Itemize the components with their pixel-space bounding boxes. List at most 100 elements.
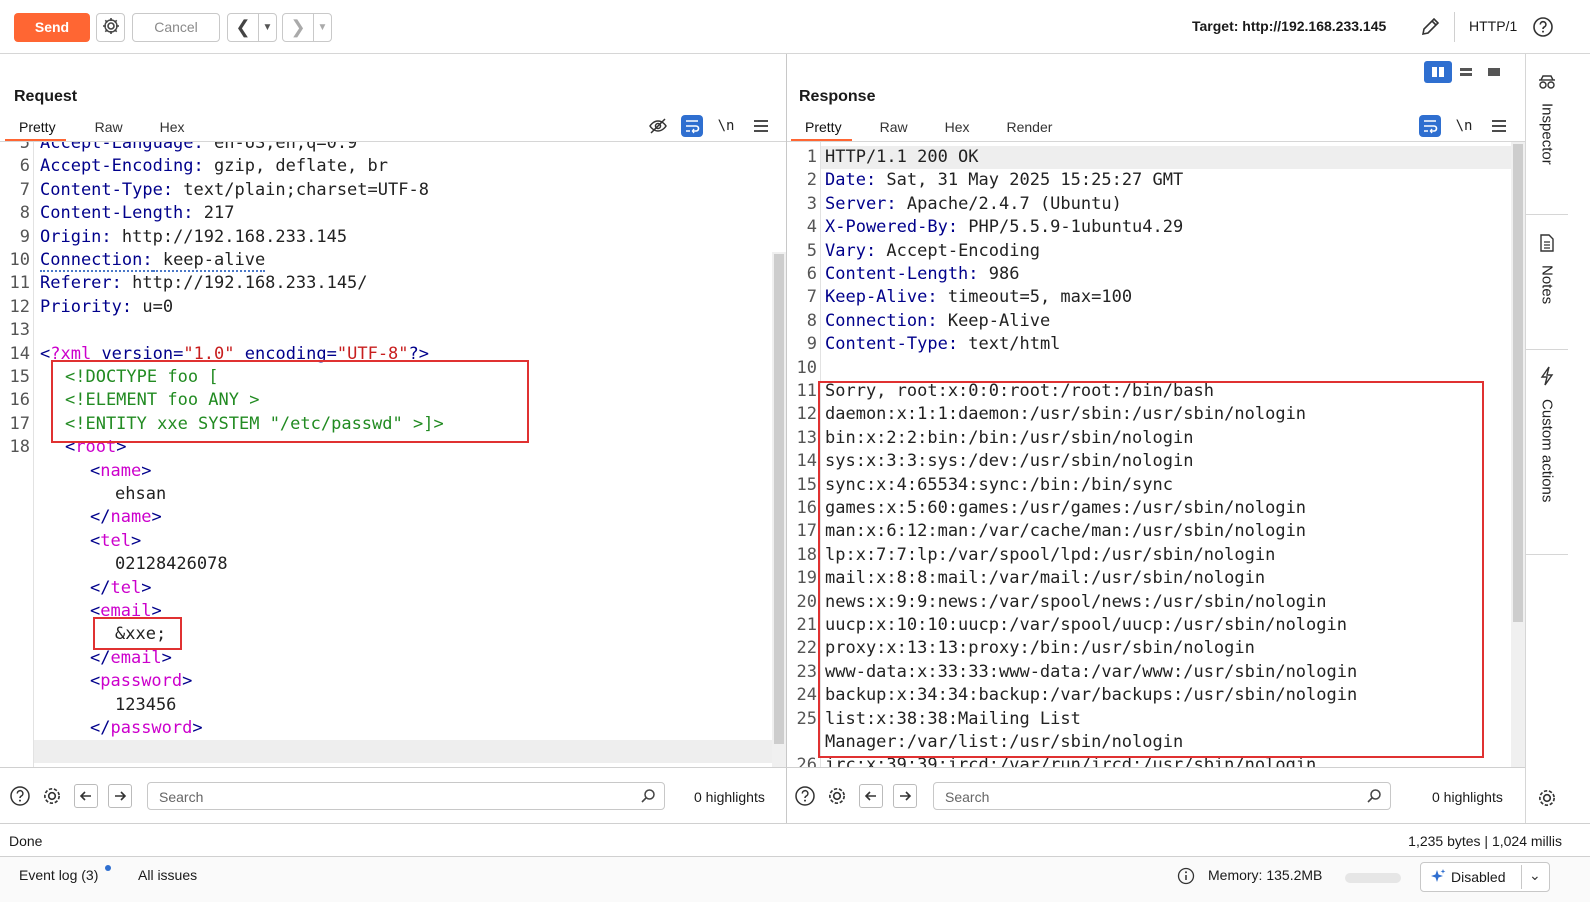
line-number: 11 bbox=[9, 273, 30, 294]
line-number: 5 bbox=[19, 142, 30, 153]
ai-toggle[interactable]: Disabled ⌄ bbox=[1420, 862, 1550, 892]
single-pane-icon[interactable] bbox=[1480, 61, 1508, 83]
code-line: </email> bbox=[0, 647, 786, 670]
gear-icon[interactable] bbox=[825, 784, 849, 808]
code-line: 02128426078 bbox=[0, 553, 786, 576]
help-icon[interactable] bbox=[793, 784, 817, 808]
xml-text: ehsan bbox=[115, 484, 167, 504]
back-button[interactable]: ❮ ▼ bbox=[227, 13, 277, 42]
word-wrap-icon[interactable] bbox=[681, 115, 703, 137]
code-line: <tel> bbox=[0, 530, 786, 553]
search-input[interactable]: Search bbox=[933, 782, 1391, 810]
all-issues-link[interactable]: All issues bbox=[138, 867, 197, 883]
header-value: en-US,en;q=0.9 bbox=[203, 142, 358, 153]
search-placeholder: Search bbox=[159, 789, 204, 805]
header-value: u=0 bbox=[132, 296, 174, 317]
code-line: 5 Vary: Accept-Encoding bbox=[787, 240, 1525, 263]
tab-raw[interactable]: Raw bbox=[95, 120, 123, 142]
line-number: 10 bbox=[9, 250, 30, 270]
tab-hex[interactable]: Hex bbox=[160, 120, 185, 142]
code-line: 8 Connection: Keep-Alive bbox=[787, 310, 1525, 333]
next-match-icon[interactable] bbox=[108, 784, 132, 808]
tab-raw[interactable]: Raw bbox=[880, 120, 908, 142]
dropdown-icon[interactable]: ▼ bbox=[258, 14, 276, 41]
header-value: Sat, 31 May 2025 15:25:27 GMT bbox=[876, 170, 1184, 191]
line-number: 4 bbox=[806, 217, 817, 238]
code-line: 9 Content-Type: text/html bbox=[787, 333, 1525, 356]
tab-render[interactable]: Render bbox=[1007, 120, 1053, 142]
layout-toggle bbox=[1424, 61, 1508, 83]
menu-icon[interactable] bbox=[1487, 114, 1511, 138]
tab-hex[interactable]: Hex bbox=[945, 120, 970, 142]
line-number: 11 bbox=[796, 381, 817, 401]
code-line: 6 Accept-Encoding: gzip, deflate, br bbox=[0, 155, 786, 178]
gear-icon[interactable] bbox=[40, 784, 64, 808]
doctype-highlight bbox=[51, 360, 529, 443]
request-editor[interactable]: 5 Accept-Language: en-US,en;q=0.9 6 Accept-… bbox=[0, 142, 786, 767]
header-value: text/plain;charset=UTF-8 bbox=[173, 179, 429, 200]
settings-button[interactable] bbox=[96, 13, 125, 42]
tab-pretty[interactable]: Pretty bbox=[791, 120, 852, 142]
xml-bracket: > bbox=[182, 671, 193, 692]
code-line: 6 Content-Length: 986 bbox=[787, 263, 1525, 286]
xml-tag-name: tel bbox=[100, 530, 131, 551]
header-value: http://192.168.233.145/ bbox=[121, 273, 368, 294]
sidebar-item-custom-actions[interactable]: Custom actions bbox=[1526, 366, 1568, 502]
word-wrap-icon[interactable] bbox=[1419, 115, 1441, 137]
inspector-icon bbox=[1538, 74, 1556, 93]
chevron-down-icon[interactable]: ⌄ bbox=[1529, 867, 1541, 884]
line-number: 6 bbox=[806, 264, 817, 284]
edit-target-icon[interactable] bbox=[1418, 15, 1442, 39]
tab-pretty[interactable]: Pretty bbox=[5, 120, 66, 142]
xml-bracket: </ bbox=[90, 577, 111, 598]
line-number: 14 bbox=[796, 451, 817, 472]
http-version-toggle[interactable]: HTTP/1 bbox=[1469, 18, 1517, 34]
previous-match-icon[interactable] bbox=[74, 784, 98, 808]
code-line: 5 Accept-Language: en-US,en;q=0.9 bbox=[0, 142, 786, 155]
header-name: Accept-Language: bbox=[40, 142, 204, 153]
header-name: Content-Length: bbox=[40, 203, 194, 224]
header-name: Content-Type: bbox=[40, 179, 174, 200]
search-icon bbox=[1366, 788, 1382, 807]
header-name: Content-Length: bbox=[825, 264, 979, 284]
xml-bracket: > bbox=[141, 577, 152, 598]
sidebar-item-notes[interactable]: Notes bbox=[1526, 234, 1568, 304]
search-placeholder: Search bbox=[945, 789, 990, 805]
notes-icon bbox=[1539, 234, 1555, 255]
header-value: keep-alive bbox=[152, 250, 266, 272]
chevron-left-icon: ❮ bbox=[235, 17, 251, 37]
send-button[interactable]: Send bbox=[14, 13, 90, 42]
cancel-button[interactable]: Cancel bbox=[132, 13, 220, 42]
event-log-link[interactable]: Event log (3) bbox=[19, 867, 98, 883]
line-number: 19 bbox=[796, 568, 817, 589]
next-match-icon[interactable] bbox=[893, 784, 917, 808]
line-number: 20 bbox=[796, 591, 817, 612]
sidebar-item-inspector[interactable]: Inspector bbox=[1526, 74, 1568, 165]
previous-match-icon[interactable] bbox=[859, 784, 883, 808]
header-value: HTTP/1.1 200 OK bbox=[825, 147, 979, 167]
code-line: 7 Keep-Alive: timeout=5, max=100 bbox=[787, 286, 1525, 309]
response-search-bar: Search 0 highlights bbox=[787, 767, 1525, 823]
split-vertical-icon[interactable] bbox=[1424, 61, 1452, 83]
line-number: 3 bbox=[806, 193, 817, 214]
help-icon[interactable] bbox=[8, 784, 32, 808]
code-line: 10 Connection: keep-alive bbox=[0, 249, 786, 272]
dropdown-icon[interactable]: ▼ bbox=[313, 14, 331, 41]
hide-nonprint-icon[interactable] bbox=[646, 114, 670, 138]
newline-toggle-icon[interactable]: \n bbox=[1452, 114, 1476, 138]
search-input[interactable]: Search bbox=[147, 782, 665, 810]
xml-tag-name: email bbox=[110, 647, 162, 668]
request-title: Request bbox=[14, 88, 78, 105]
code-line: 7 Content-Type: text/plain;charset=UTF-8 bbox=[0, 179, 786, 202]
help-icon[interactable] bbox=[1531, 15, 1555, 39]
split-horizontal-icon[interactable] bbox=[1452, 61, 1480, 83]
menu-icon[interactable] bbox=[749, 114, 773, 138]
newline-toggle-icon[interactable]: \n bbox=[714, 114, 738, 138]
toolbar: Send Cancel ❮ ▼ ❯ ▼ Target: http://192.1… bbox=[0, 0, 1590, 54]
line-number: 18 bbox=[796, 544, 817, 565]
header-value: Keep-Alive bbox=[937, 310, 1051, 331]
header-value: Accept-Encoding bbox=[876, 240, 1040, 261]
gear-icon[interactable] bbox=[1535, 786, 1559, 810]
code-line: 9 Origin: http://192.168.233.145 bbox=[0, 226, 786, 249]
forward-button[interactable]: ❯ ▼ bbox=[282, 13, 332, 42]
